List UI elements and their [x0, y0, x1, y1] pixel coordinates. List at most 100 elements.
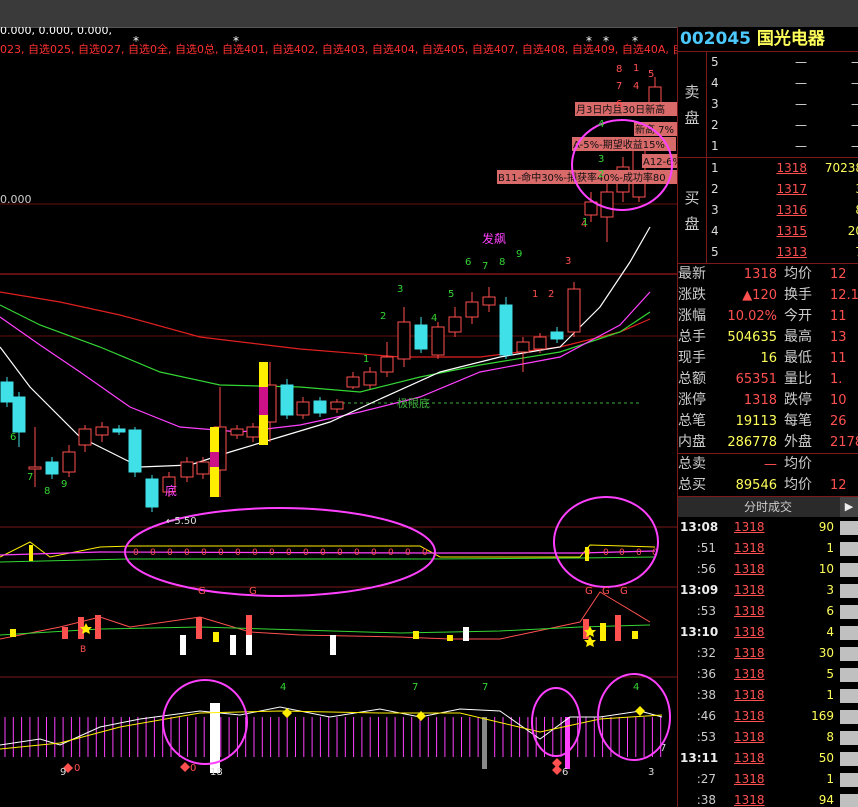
trade-price: 1318 [734, 709, 765, 723]
candle-down[interactable] [414, 324, 428, 350]
candle-down[interactable] [45, 461, 59, 475]
candle-up[interactable] [363, 371, 377, 386]
stat-row: 总手 504635 最高 13 [678, 327, 858, 348]
trade-row[interactable]: :38 1318 1 [678, 685, 858, 706]
candle-up[interactable] [296, 401, 310, 416]
ind1-dot-marker: 0 [337, 548, 343, 558]
candle-up[interactable] [397, 321, 411, 360]
trade-row[interactable]: 13:08 1318 90 [678, 517, 858, 538]
candle-up[interactable] [62, 451, 76, 473]
trade-time: :53 [696, 604, 716, 618]
orderbook-row[interactable]: 5 —— [707, 52, 858, 73]
trade-row[interactable]: :32 1318 30 [678, 643, 858, 664]
candle-up[interactable] [180, 461, 194, 478]
trade-direction-marker [840, 794, 858, 807]
trade-direction-marker [840, 710, 858, 724]
price: — [795, 55, 807, 69]
orderbook-row[interactable]: 3 13168 [707, 200, 858, 221]
ind1-dot-marker: 0 [167, 548, 173, 558]
stat-label: 跌停 [784, 392, 812, 408]
trade-volume: 169 [811, 709, 834, 723]
expand-arrow-icon[interactable]: ▶ [840, 497, 858, 517]
candle-up[interactable] [533, 336, 547, 350]
price: — [795, 97, 807, 111]
ask-side-label: 卖 盘 [678, 52, 707, 157]
level: 1 [711, 161, 719, 175]
trade-row[interactable]: :53 1318 6 [678, 601, 858, 622]
kline-chart[interactable]: 0.000, 0.000, 0.000, 023, 自选025, 自选027, … [0, 27, 677, 807]
signal-g-label: G [585, 586, 593, 597]
orderbook-row[interactable]: 1 1318 70238 [707, 158, 858, 179]
candle-up[interactable] [516, 341, 530, 353]
stat-row: 涨幅 10.02% 今开 11 [678, 306, 858, 327]
orderbook-row[interactable]: 1 —— [707, 136, 858, 157]
stat-value: 1318 [743, 267, 777, 282]
orderbook-row[interactable]: 2 —— [707, 115, 858, 136]
ind3-gray-bar [482, 717, 487, 769]
candle-up[interactable] [28, 466, 42, 470]
candle-up[interactable] [567, 288, 581, 333]
orderbook-row[interactable]: 4 —— [707, 73, 858, 94]
stat-value: 11 [830, 351, 847, 366]
trade-row[interactable]: 13:09 1318 3 [678, 580, 858, 601]
candle-down[interactable] [128, 429, 142, 473]
orderbook-row[interactable]: 2 13173 [707, 179, 858, 200]
ind1-dot-marker: 0 [636, 548, 642, 558]
candle-down[interactable] [12, 396, 26, 433]
orderbook-row[interactable]: 3 —— [707, 94, 858, 115]
trade-row[interactable]: 13:11 1318 50 [678, 748, 858, 769]
candle-up[interactable] [78, 428, 92, 446]
trades-header[interactable]: 分时成交 ▶ [678, 496, 858, 517]
stat-label: 均价 [784, 456, 812, 472]
ind1-dot-marker: 0 [133, 548, 139, 558]
orderbook-row[interactable]: 4 1315 20 [707, 221, 858, 242]
candle-up[interactable] [465, 301, 479, 318]
signal-bar-magenta [210, 452, 219, 467]
candle-up[interactable] [346, 376, 360, 388]
trade-row[interactable]: :51 1318 1 [678, 538, 858, 559]
stat-label: 量比 [784, 371, 812, 387]
bottom-number: 3 [648, 767, 654, 778]
candle-up[interactable] [431, 326, 445, 356]
candle-up[interactable] [95, 426, 109, 436]
bottom-number: 9 [60, 767, 66, 778]
trade-row[interactable]: 13:10 1318 4 [678, 622, 858, 643]
candle-up[interactable] [196, 461, 210, 475]
trade-row[interactable]: :36 1318 5 [678, 664, 858, 685]
highlight-circle [553, 496, 659, 588]
price: 1315 [776, 224, 807, 238]
stat-value: 10 [830, 393, 847, 408]
candle-up[interactable] [448, 316, 462, 333]
candle-up[interactable] [330, 401, 344, 410]
trade-row[interactable]: :27 1318 1 [678, 769, 858, 790]
candle-up[interactable] [230, 428, 244, 436]
stat-row: 总买 89546 均价 12 [678, 475, 858, 496]
candle-up[interactable] [600, 191, 614, 218]
stock-name: 国光电器 [756, 29, 825, 49]
candle-down[interactable] [499, 304, 513, 356]
candle-down[interactable] [145, 478, 159, 508]
trade-row[interactable]: :46 1318 169 [678, 706, 858, 727]
candle-up[interactable] [380, 356, 394, 373]
candle-down[interactable] [550, 331, 564, 340]
candle-down[interactable] [112, 428, 126, 433]
stat-value: 12.1 [830, 288, 858, 303]
candle-up[interactable] [482, 296, 496, 306]
candle-down[interactable] [0, 381, 14, 403]
candle-up[interactable] [246, 426, 260, 438]
sequence-digit: 4 [431, 313, 437, 324]
watchlist-tabs[interactable]: 023, 自选025, 自选027, 自选0全, 自选0总, 自选401, 自选… [0, 42, 677, 56]
price: 1318 [776, 161, 807, 175]
ind2-bar [95, 615, 101, 639]
trade-row[interactable]: :38 1318 94 [678, 790, 858, 807]
orderbook-row[interactable]: 5 13137 [707, 242, 858, 263]
trade-volume: 3 [826, 583, 834, 597]
ind2-bar [230, 635, 236, 655]
stat-label: 总笔 [678, 413, 706, 429]
trade-price: 1318 [734, 541, 765, 555]
candle-down[interactable] [313, 400, 327, 414]
trade-volume: 6 [826, 604, 834, 618]
trade-row[interactable]: :53 1318 8 [678, 727, 858, 748]
trade-row[interactable]: :56 1318 10 [678, 559, 858, 580]
candle-down[interactable] [280, 384, 294, 416]
